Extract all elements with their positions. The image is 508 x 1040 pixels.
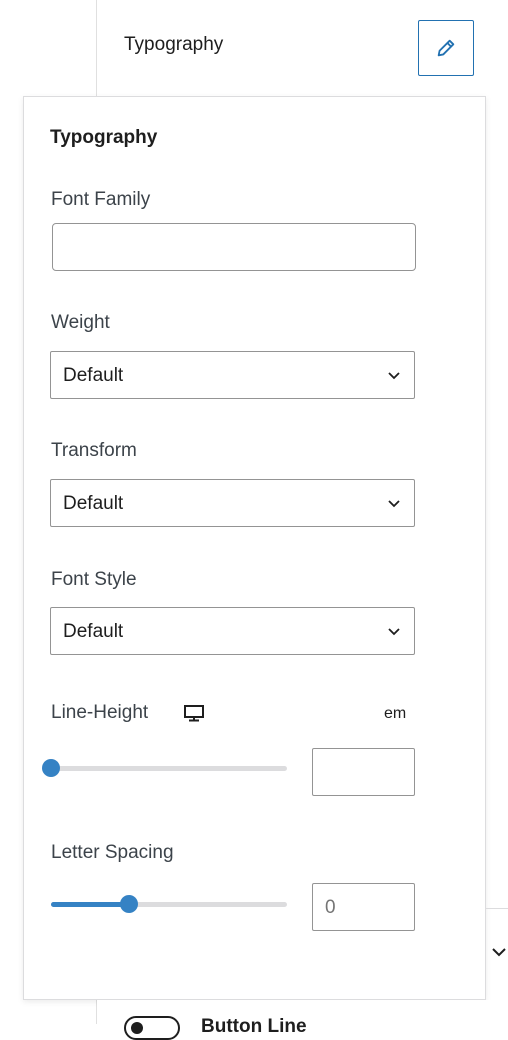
popover-title: Typography bbox=[50, 127, 158, 148]
weight-label: Weight bbox=[51, 312, 110, 333]
font-style-select-value: Default bbox=[63, 621, 124, 642]
line-height-input[interactable] bbox=[312, 748, 415, 796]
chevron-down-icon bbox=[388, 628, 400, 636]
chevron-down-icon[interactable] bbox=[490, 943, 508, 961]
weight-select[interactable]: Default bbox=[50, 351, 415, 399]
letter-spacing-input[interactable]: 0 bbox=[312, 883, 415, 931]
font-style-select[interactable]: Default bbox=[50, 607, 415, 655]
transform-select[interactable]: Default bbox=[50, 479, 415, 527]
desktop-icon[interactable] bbox=[183, 704, 205, 722]
letter-spacing-slider-track[interactable] bbox=[51, 895, 287, 913]
letter-spacing-slider-fill bbox=[51, 902, 129, 907]
font-style-label: Font Style bbox=[51, 569, 137, 590]
font-family-input[interactable] bbox=[52, 223, 416, 271]
font-family-label: Font Family bbox=[51, 189, 151, 210]
below-settings-row: Button Line bbox=[97, 1000, 508, 1040]
chevron-down-icon bbox=[388, 500, 400, 508]
letter-spacing-slider-thumb[interactable] bbox=[119, 895, 138, 913]
line-height-slider-track[interactable] bbox=[42, 759, 287, 777]
pencil-icon bbox=[437, 39, 455, 57]
weight-select-value: Default bbox=[63, 365, 124, 386]
button-line-label: Button Line bbox=[201, 1016, 307, 1037]
typography-header: Typography bbox=[97, 0, 508, 92]
transform-select-value: Default bbox=[63, 493, 124, 514]
typography-popover: Typography Font Family Weight Default Tr… bbox=[23, 96, 486, 1000]
letter-spacing-label: Letter Spacing bbox=[51, 842, 174, 863]
line-height-slider-thumb[interactable] bbox=[42, 759, 60, 777]
edit-typography-button[interactable] bbox=[418, 20, 474, 76]
header-title: Typography bbox=[124, 34, 224, 55]
button-line-toggle[interactable] bbox=[124, 1016, 180, 1040]
panel-divider bbox=[486, 908, 508, 909]
transform-label: Transform bbox=[51, 440, 137, 461]
line-height-unit[interactable]: em bbox=[384, 705, 406, 723]
chevron-down-icon bbox=[388, 372, 400, 380]
line-height-label: Line-Height bbox=[51, 702, 149, 723]
